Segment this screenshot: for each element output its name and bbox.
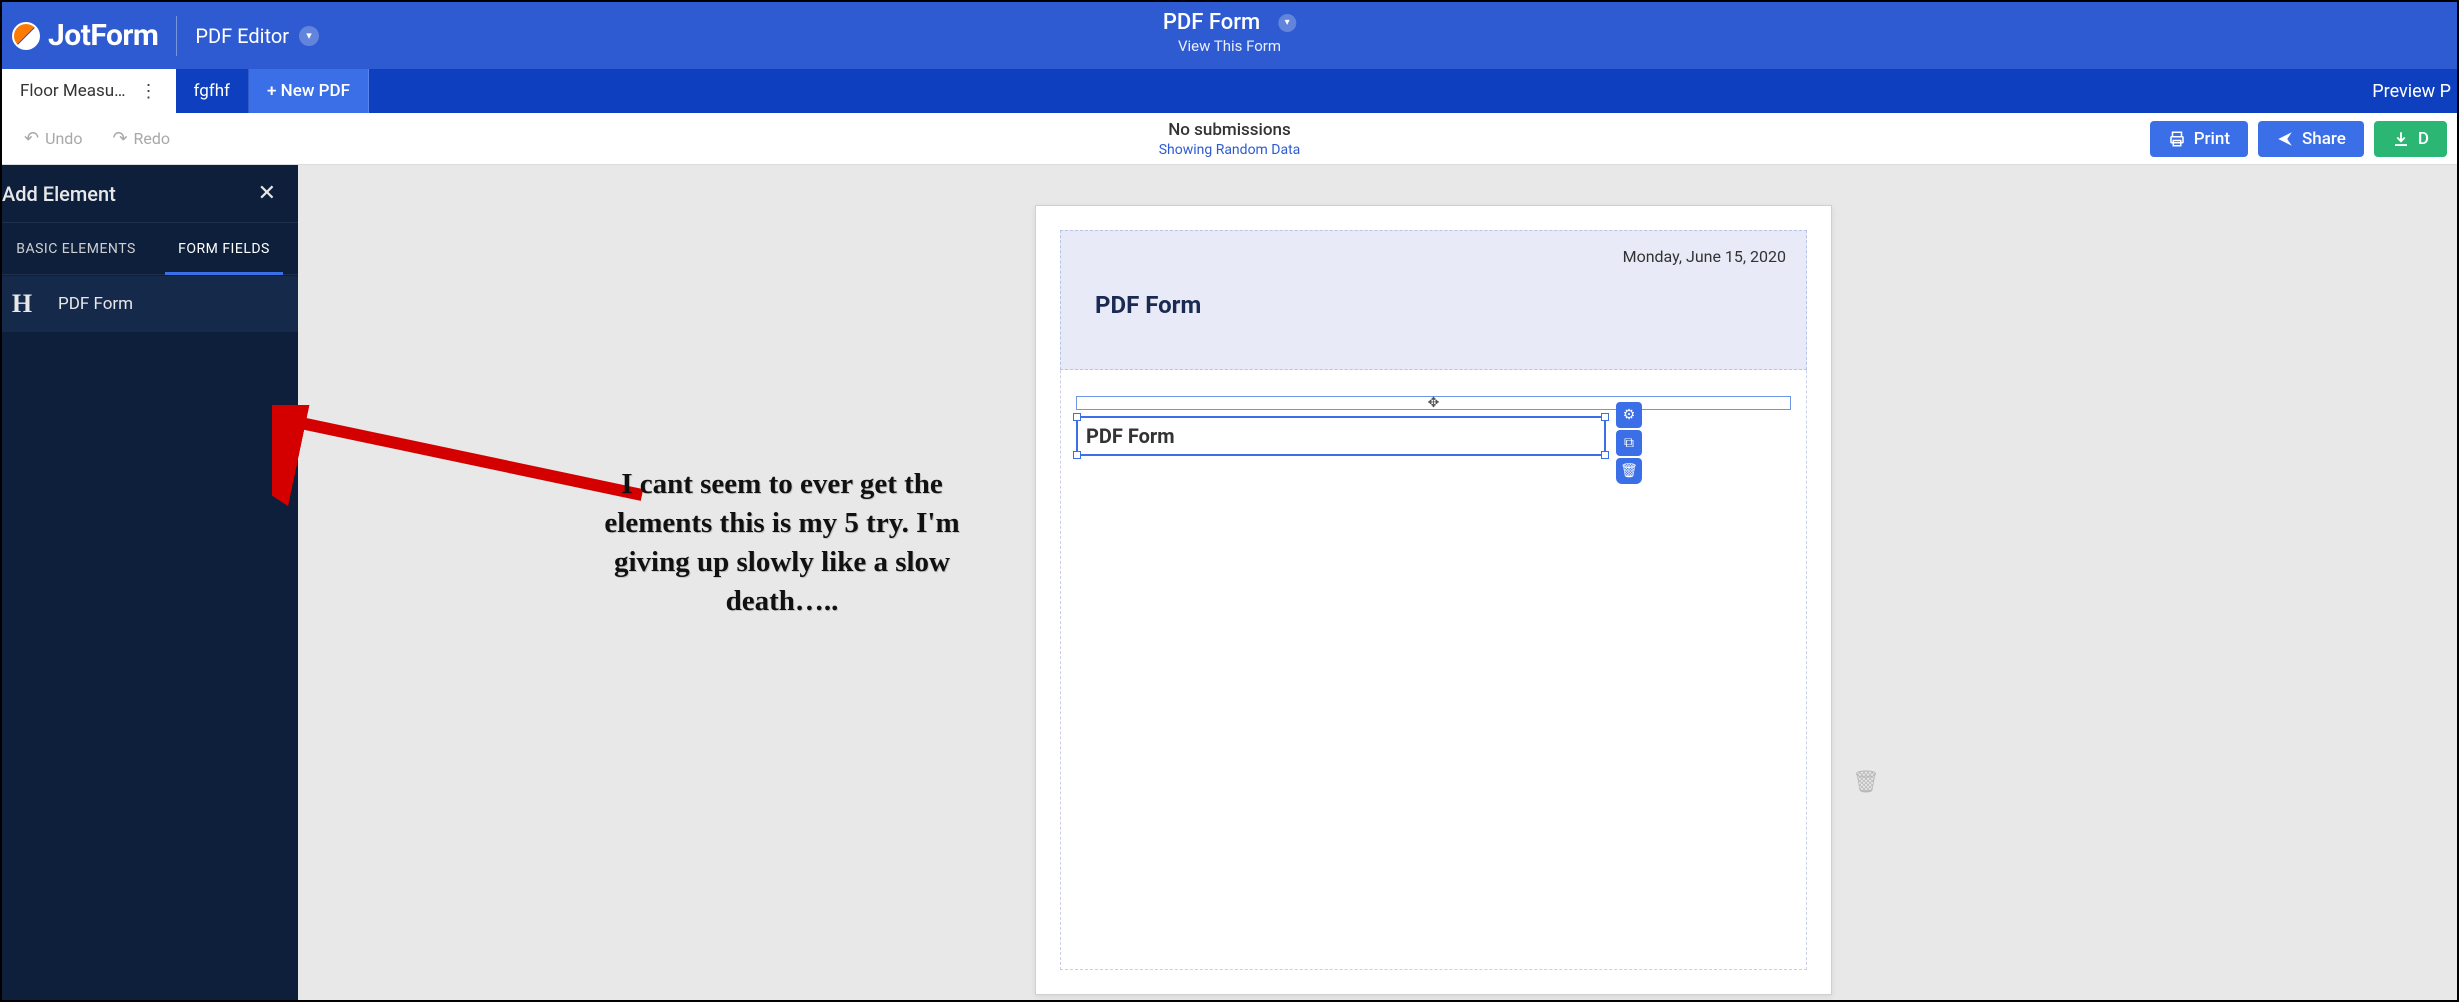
download-button[interactable]: D bbox=[2374, 121, 2447, 157]
panel-title: Add Element bbox=[2, 182, 116, 206]
random-data-link[interactable]: Showing Random Data bbox=[1159, 142, 1301, 158]
trash-icon: 🗑 bbox=[1852, 770, 1880, 795]
element-delete-button[interactable]: 🗑 bbox=[1616, 458, 1642, 484]
undo-button[interactable]: ↶ Undo bbox=[12, 122, 94, 155]
product-name: PDF Editor bbox=[195, 24, 289, 48]
element-label: PDF Form bbox=[58, 294, 133, 314]
tab-basic-elements[interactable]: BASIC ELEMENTS bbox=[2, 223, 150, 274]
app-root: JotForm PDF Editor ▾ PDF Form ▾ View Thi… bbox=[0, 0, 2459, 1002]
jotform-logo-icon bbox=[12, 22, 40, 50]
annotation-text: I cant seem to ever get the elements thi… bbox=[592, 465, 972, 622]
tab-fgfhf[interactable]: fgfhf bbox=[176, 69, 249, 113]
resize-handle[interactable] bbox=[1601, 413, 1609, 421]
tab-floor-measurement[interactable]: Floor Measu… ⋮ bbox=[2, 69, 176, 113]
delete-page-button[interactable]: 🗑 bbox=[1852, 770, 1880, 795]
tab-fields-label: FORM FIELDS bbox=[178, 241, 270, 257]
printer-icon bbox=[2168, 130, 2186, 148]
product-dropdown[interactable]: ▾ bbox=[299, 26, 319, 46]
selection-guide[interactable]: ✥ bbox=[1076, 396, 1791, 410]
undo-redo-group: ↶ Undo ↷ Redo bbox=[12, 122, 182, 155]
preview-link[interactable]: Preview P bbox=[2372, 69, 2457, 113]
selected-text-element[interactable]: PDF Form bbox=[1076, 416, 1606, 456]
element-settings-button[interactable]: ⚙ bbox=[1616, 402, 1642, 428]
redo-label: Redo bbox=[134, 129, 171, 148]
preview-label: Preview P bbox=[2372, 81, 2451, 102]
panel-header: Add Element ✕ bbox=[2, 165, 298, 223]
move-handle-icon[interactable]: ✥ bbox=[1428, 395, 1440, 411]
share-icon bbox=[2276, 130, 2294, 148]
no-submissions-text: No submissions bbox=[1159, 120, 1301, 140]
editor-canvas[interactable]: Add Element ✕ BASIC ELEMENTS FORM FIELDS… bbox=[2, 165, 2457, 1000]
resize-handle[interactable] bbox=[1601, 451, 1609, 459]
view-form-link[interactable]: View This Form bbox=[1163, 37, 1296, 55]
selected-text: PDF Form bbox=[1086, 424, 1175, 448]
toolbar-right: Print Share D bbox=[2150, 121, 2447, 157]
undo-label: Undo bbox=[45, 129, 82, 148]
print-button[interactable]: Print bbox=[2150, 121, 2248, 157]
tab-form-fields[interactable]: FORM FIELDS bbox=[150, 223, 298, 274]
redo-button[interactable]: ↷ Redo bbox=[100, 122, 182, 155]
brand-name: JotForm bbox=[48, 18, 158, 53]
tab-basic-label: BASIC ELEMENTS bbox=[16, 241, 136, 257]
tab-label: fgfhf bbox=[194, 81, 230, 101]
resize-handle[interactable] bbox=[1073, 451, 1081, 459]
close-panel-button[interactable]: ✕ bbox=[252, 175, 282, 212]
brand[interactable]: JotForm bbox=[2, 18, 158, 53]
header-element-icon: H bbox=[2, 284, 42, 324]
panel-tabs: BASIC ELEMENTS FORM FIELDS bbox=[2, 223, 298, 275]
selected-element-wrap: ✥ PDF Form ⚙ ⧉ 🗑 bbox=[1076, 396, 1791, 456]
element-duplicate-button[interactable]: ⧉ bbox=[1616, 430, 1642, 456]
close-icon: ✕ bbox=[258, 181, 276, 206]
copy-icon: ⧉ bbox=[1624, 435, 1634, 451]
print-label: Print bbox=[2194, 129, 2230, 149]
divider bbox=[176, 16, 177, 56]
chevron-down-icon: ▾ bbox=[1285, 17, 1290, 28]
page-header-block[interactable]: Monday, June 15, 2020 PDF Form bbox=[1060, 230, 1807, 370]
element-tools: ⚙ ⧉ 🗑 bbox=[1616, 402, 1646, 484]
pdf-page[interactable]: Monday, June 15, 2020 PDF Form ✥ PDF For… bbox=[1035, 205, 1832, 995]
gear-icon: ⚙ bbox=[1623, 407, 1636, 423]
page-date: Monday, June 15, 2020 bbox=[1623, 247, 1786, 266]
download-icon bbox=[2392, 130, 2410, 148]
tab-label: Floor Measu… bbox=[20, 81, 126, 101]
toolbar: ↶ Undo ↷ Redo No submissions Showing Ran… bbox=[2, 113, 2457, 165]
new-pdf-label: + New PDF bbox=[267, 81, 350, 101]
doc-title-block: PDF Form ▾ View This Form bbox=[1163, 10, 1296, 55]
tabs-row: Floor Measu… ⋮ fgfhf + New PDF Preview P bbox=[2, 69, 2457, 113]
download-label: D bbox=[2418, 129, 2429, 149]
share-button[interactable]: Share bbox=[2258, 121, 2364, 157]
submissions-info: No submissions Showing Random Data bbox=[1159, 120, 1301, 158]
doc-dropdown[interactable]: ▾ bbox=[1278, 14, 1296, 32]
top-header: JotForm PDF Editor ▾ PDF Form ▾ View Thi… bbox=[2, 2, 2457, 69]
redo-icon: ↷ bbox=[112, 128, 127, 149]
add-element-panel: Add Element ✕ BASIC ELEMENTS FORM FIELDS… bbox=[2, 165, 298, 1000]
page-header-title: PDF Form bbox=[1095, 291, 1201, 319]
element-pdf-form[interactable]: H PDF Form bbox=[2, 276, 298, 332]
doc-title: PDF Form bbox=[1163, 10, 1260, 35]
resize-handle[interactable] bbox=[1073, 413, 1081, 421]
share-label: Share bbox=[2302, 129, 2346, 149]
kebab-icon[interactable]: ⋮ bbox=[140, 81, 158, 102]
trash-icon: 🗑 bbox=[1620, 463, 1638, 479]
undo-icon: ↶ bbox=[24, 128, 39, 149]
new-pdf-button[interactable]: + New PDF bbox=[249, 69, 369, 113]
chevron-down-icon: ▾ bbox=[306, 29, 312, 42]
